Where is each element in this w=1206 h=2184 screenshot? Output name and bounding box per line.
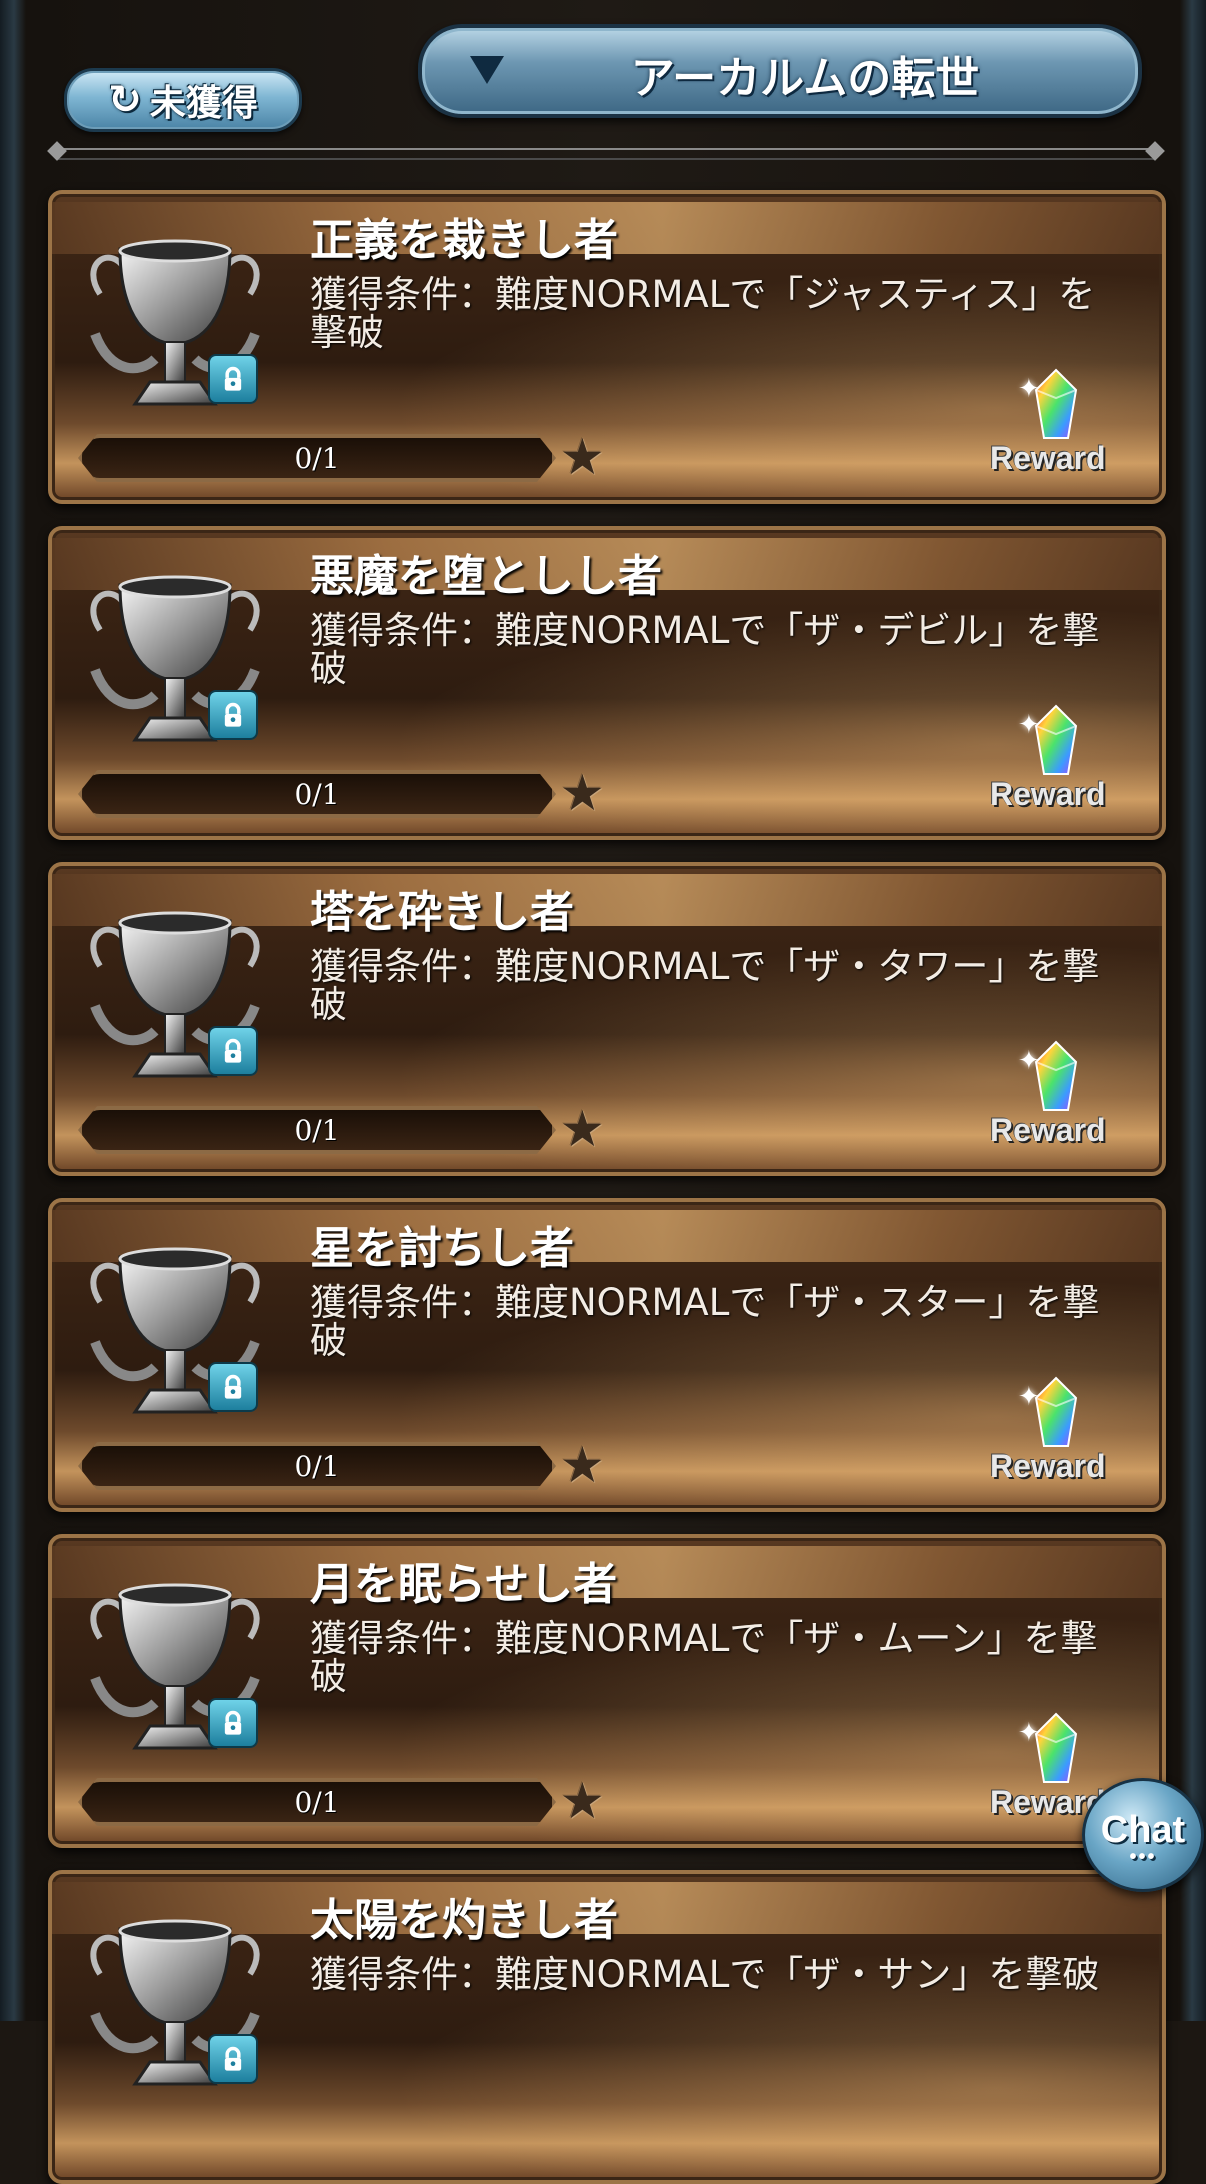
filter-label: 未獲得	[149, 83, 258, 124]
app-frame: ↻ 未獲得 アーカルムの転世 正義を裁きし者 獲得条件：難度NORMALで「ジャ…	[0, 0, 1206, 2184]
reward-label: Reward	[990, 440, 1106, 476]
star-icon: ★	[560, 764, 605, 822]
lock-icon	[208, 1698, 258, 1748]
lock-icon	[208, 690, 258, 740]
achievement-title: 正義を裁きし者	[310, 215, 618, 266]
lock-icon	[208, 354, 258, 404]
achievement-title: 太陽を灼きし者	[310, 1895, 618, 1946]
achievement-card[interactable]: 塔を砕きし者 獲得条件：難度NORMALで「ザ・タワー」を撃破 0/1 ★ ✦ …	[48, 862, 1166, 1176]
category-dropdown[interactable]: アーカルムの転世	[418, 24, 1142, 118]
chevron-down-icon	[470, 56, 504, 84]
progress-text: 0/1	[294, 1449, 340, 1483]
achievement-card[interactable]: 悪魔を堕としし者 獲得条件：難度NORMALで「ザ・デビル」を撃破 0/1 ★ …	[48, 526, 1166, 840]
progress-bar: 0/1	[78, 1106, 556, 1154]
achievement-condition: 獲得条件：難度NORMALで「ザ・デビル」を撃破	[310, 609, 1100, 690]
achievement-title: 悪魔を堕としし者	[310, 551, 662, 602]
star-icon: ★	[560, 428, 605, 486]
rainbow-crystal-icon[interactable]	[1034, 368, 1078, 442]
achievement-condition: 獲得条件：難度NORMALで「ザ・スター」を撃破	[310, 1281, 1100, 1362]
filter-unobtained-button[interactable]: ↻ 未獲得	[64, 68, 302, 132]
reward-label: Reward	[990, 776, 1106, 812]
achievement-condition: 獲得条件：難度NORMALで「ジャスティス」を撃破	[310, 273, 1096, 354]
star-icon: ★	[560, 1772, 605, 1830]
rainbow-crystal-icon[interactable]	[1034, 1712, 1078, 1786]
achievement-condition: 獲得条件：難度NORMALで「ザ・ムーン」を撃破	[310, 1617, 1098, 1698]
achievement-card[interactable]: 星を討ちし者 獲得条件：難度NORMALで「ザ・スター」を撃破 0/1 ★ ✦ …	[48, 1198, 1166, 1512]
achievement-card[interactable]: 太陽を灼きし者 獲得条件：難度NORMALで「ザ・サン」を撃破	[48, 1870, 1166, 2184]
lock-icon	[208, 1026, 258, 1076]
lock-icon	[208, 2034, 258, 2084]
progress-text: 0/1	[294, 1113, 340, 1147]
progress-text: 0/1	[294, 441, 340, 475]
star-icon: ★	[560, 1436, 605, 1494]
rainbow-crystal-icon[interactable]	[1034, 1040, 1078, 1114]
progress-bar: 0/1	[78, 770, 556, 818]
lock-icon	[208, 1362, 258, 1412]
progress-text: 0/1	[294, 777, 340, 811]
progress-bar: 0/1	[78, 1778, 556, 1826]
achievement-card[interactable]: 月を眠らせし者 獲得条件：難度NORMALで「ザ・ムーン」を撃破 0/1 ★ ✦…	[48, 1534, 1166, 1848]
progress-bar: 0/1	[78, 434, 556, 482]
reward-label: Reward	[990, 1112, 1106, 1148]
chat-dots: •••	[1129, 1845, 1157, 1868]
refresh-icon: ↻	[108, 77, 142, 123]
achievement-title: 塔を砕きし者	[310, 887, 574, 938]
achievement-title: 星を討ちし者	[310, 1223, 574, 1274]
category-selected-label: アーカルムの転世	[630, 53, 980, 104]
rainbow-crystal-icon[interactable]	[1034, 704, 1078, 778]
reward-label: Reward	[990, 1448, 1106, 1484]
chat-button[interactable]: Chat •••	[1082, 1778, 1204, 1892]
progress-text: 0/1	[294, 1785, 340, 1819]
achievement-condition: 獲得条件：難度NORMALで「ザ・サン」を撃破	[310, 1953, 1100, 1996]
rainbow-crystal-icon[interactable]	[1034, 1376, 1078, 1450]
achievement-title: 月を眠らせし者	[310, 1559, 618, 1610]
achievement-card[interactable]: 正義を裁きし者 獲得条件：難度NORMALで「ジャスティス」を撃破 0/1 ★ …	[48, 190, 1166, 504]
header-divider	[56, 148, 1156, 160]
progress-bar: 0/1	[78, 1442, 556, 1490]
achievement-condition: 獲得条件：難度NORMALで「ザ・タワー」を撃破	[310, 945, 1100, 1026]
star-icon: ★	[560, 1100, 605, 1158]
